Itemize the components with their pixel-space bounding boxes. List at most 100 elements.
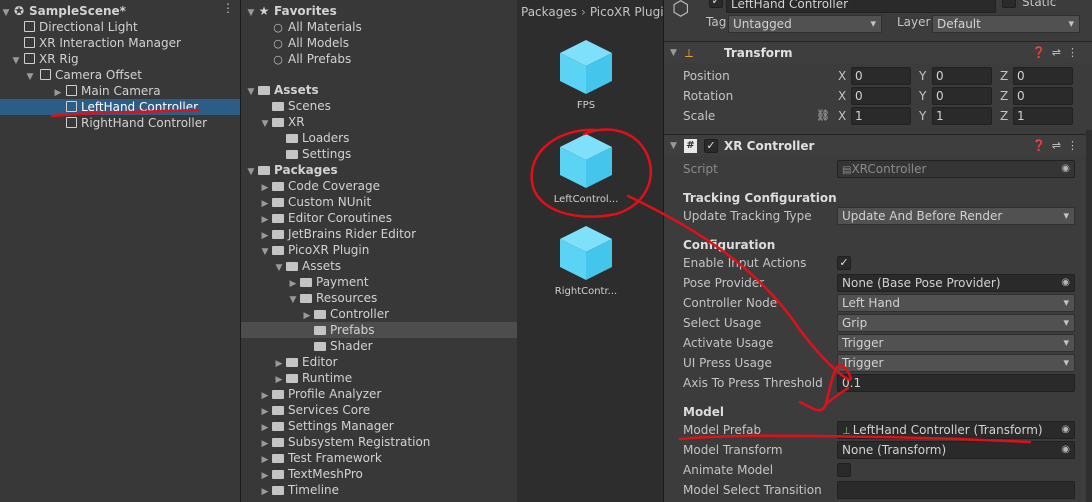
tree-folder-picoxr-assets[interactable]: ▼ Assets xyxy=(273,258,342,274)
tree-folder-xr[interactable]: ▼ XR xyxy=(259,114,305,130)
axis-z-label[interactable]: Z xyxy=(1000,107,1008,125)
axis-x-label[interactable]: X xyxy=(838,87,846,105)
model-prefab-field[interactable]: ⊥ LeftHand Controller (Transform) xyxy=(837,421,1075,439)
model-select-transition-field[interactable] xyxy=(837,481,1075,499)
tree-package-custom-nunit[interactable]: ▶ Custom NUnit xyxy=(259,194,372,210)
folder-icon xyxy=(271,450,285,466)
help-icon[interactable]: ❓ xyxy=(1032,46,1052,59)
axis-x-label[interactable]: X xyxy=(838,107,846,125)
update-tracking-type-dropdown[interactable]: Update And Before Render xyxy=(837,207,1075,225)
axis-y-label[interactable]: Y xyxy=(919,107,926,125)
asset-prefab-fps[interactable]: FPS xyxy=(541,38,631,111)
tree-all-prefabs[interactable]: ○ All Prefabs xyxy=(271,51,351,67)
ui-press-usage-dropdown[interactable]: Trigger xyxy=(837,354,1075,372)
hierarchy-item-righthand-controller[interactable]: RightHand Controller xyxy=(64,115,207,131)
tree-folder-controller[interactable]: ▶ Controller xyxy=(301,306,390,322)
tree-package-editor-coroutines[interactable]: ▶ Editor Coroutines xyxy=(259,210,392,226)
tree-folder-settings[interactable]: Settings xyxy=(285,146,351,162)
expand-arrow-icon[interactable]: ▼ xyxy=(245,5,257,21)
scale-z-field[interactable]: 1 xyxy=(1013,107,1073,125)
preset-icon[interactable]: ⇌ xyxy=(1052,139,1067,152)
hierarchy-item-main-camera[interactable]: ▶ Main Camera xyxy=(52,83,161,99)
animate-model-checkbox[interactable] xyxy=(837,463,851,477)
xr-controller-component-header[interactable]: ▼ # ✓ XR Controller ❓⇌⋮ xyxy=(664,134,1092,156)
rotation-x-field[interactable]: 0 xyxy=(851,87,911,105)
tree-package-subsystem-registration[interactable]: ▶ Subsystem Registration xyxy=(259,434,431,450)
tree-package-settings-manager[interactable]: ▶ Settings Manager xyxy=(259,418,394,434)
tree-package-picoxr-plugin[interactable]: ▼ PicoXR Plugin xyxy=(259,242,370,258)
asset-prefab-leftcontroller[interactable]: LeftControl... xyxy=(541,132,631,205)
position-y-field[interactable]: 0 xyxy=(932,67,992,85)
tree-all-models[interactable]: ○ All Models xyxy=(271,35,349,51)
hierarchy-item-xr-interaction-manager[interactable]: XR Interaction Manager xyxy=(22,35,181,51)
expand-arrow-icon[interactable]: ▼ xyxy=(10,53,22,69)
model-transform-field[interactable]: None (Transform) xyxy=(837,441,1075,459)
component-menu-icon[interactable]: ⋮ xyxy=(1067,139,1084,152)
expand-arrow-icon[interactable]: ▼ xyxy=(670,42,677,64)
tree-package-textmeshpro[interactable]: ▶ TextMeshPro xyxy=(259,466,363,482)
axis-z-label[interactable]: Z xyxy=(1000,67,1008,85)
tree-favorites[interactable]: ▼ ★ Favorites xyxy=(245,3,337,19)
expand-arrow-icon[interactable]: ▼ xyxy=(24,67,36,83)
hierarchy-item-lefthand-controller[interactable]: LeftHand Controller xyxy=(0,99,240,115)
scene-root[interactable]: ▼ ✪ SampleScene* xyxy=(0,3,240,19)
breadcrumb-packages[interactable]: Packages xyxy=(521,5,577,19)
tree-folder-shader[interactable]: Shader xyxy=(313,338,373,354)
expand-arrow-icon[interactable]: ▼ xyxy=(245,84,257,100)
tree-folder-runtime[interactable]: ▶ Runtime xyxy=(273,370,353,386)
object-name-field[interactable]: LeftHand Controller xyxy=(726,0,996,13)
axis-z-label[interactable]: Z xyxy=(1000,87,1008,105)
preset-icon[interactable]: ⇌ xyxy=(1052,46,1067,59)
rotation-y-field[interactable]: 0 xyxy=(932,87,992,105)
tree-packages[interactable]: ▼ Packages xyxy=(245,162,338,178)
expand-arrow-icon[interactable]: ▼ xyxy=(259,116,271,132)
help-icon[interactable]: ❓ xyxy=(1032,139,1052,152)
asset-prefab-rightcontroller[interactable]: RightContr... xyxy=(541,224,631,297)
active-toggle[interactable]: ✓ xyxy=(709,0,723,8)
enable-input-actions-checkbox[interactable]: ✓ xyxy=(837,256,851,270)
tree-folder-prefabs[interactable]: Prefabs xyxy=(241,322,517,338)
transform-component-header[interactable]: ▼ ⟂ Transform ❓⇌⋮ xyxy=(664,41,1092,63)
tag-dropdown[interactable]: Untagged xyxy=(728,15,882,33)
tree-package-services-core[interactable]: ▶ Services Core xyxy=(259,402,371,418)
axis-y-label[interactable]: Y xyxy=(919,67,926,85)
expand-arrow-icon[interactable]: ▼ xyxy=(0,5,12,21)
select-usage-dropdown[interactable]: Grip xyxy=(837,314,1075,332)
hierarchy-item-xr-rig[interactable]: ▼ XR Rig xyxy=(10,51,79,67)
controller-node-dropdown[interactable]: Left Hand xyxy=(837,294,1075,312)
component-enabled-checkbox[interactable]: ✓ xyxy=(704,139,718,153)
component-menu-icon[interactable]: ⋮ xyxy=(1067,46,1084,59)
expand-arrow-icon[interactable]: ▼ xyxy=(670,135,677,157)
tree-folder-editor[interactable]: ▶ Editor xyxy=(273,354,338,370)
scale-y-field[interactable]: 1 xyxy=(932,107,992,125)
position-z-field[interactable]: 0 xyxy=(1013,67,1073,85)
tree-package-profile-analyzer[interactable]: ▶ Profile Analyzer xyxy=(259,386,382,402)
tree-assets[interactable]: ▼ Assets xyxy=(245,82,319,98)
link-icon[interactable]: ⛓ xyxy=(816,107,830,125)
tree-package-test-framework[interactable]: ▶ Test Framework xyxy=(259,450,382,466)
tree-folder-resources[interactable]: ▼ Resources xyxy=(287,290,378,306)
tree-package-code-coverage[interactable]: ▶ Code Coverage xyxy=(259,178,381,194)
activate-usage-dropdown[interactable]: Trigger xyxy=(837,334,1075,352)
rotation-z-field[interactable]: 0 xyxy=(1013,87,1073,105)
tree-folder-scenes[interactable]: Scenes xyxy=(271,98,331,114)
scale-x-field[interactable]: 1 xyxy=(851,107,911,125)
hierarchy-item-directional-light[interactable]: Directional Light xyxy=(22,19,138,35)
tree-folder-payment[interactable]: ▶ Payment xyxy=(287,274,369,290)
breadcrumb-picoxr-plugin[interactable]: PicoXR Plugi xyxy=(590,5,663,19)
position-x-field[interactable]: 0 xyxy=(851,67,911,85)
tree-all-materials[interactable]: ○ All Materials xyxy=(271,19,362,35)
tree-package-jetbrains-rider-editor[interactable]: ▶ JetBrains Rider Editor xyxy=(259,226,417,242)
axis-x-label[interactable]: X xyxy=(838,67,846,85)
inspector-scrollbar[interactable] xyxy=(1086,130,1092,502)
layer-dropdown[interactable]: Default xyxy=(932,15,1080,33)
axis-to-press-threshold-field[interactable]: 0.1 xyxy=(837,374,1075,392)
axis-y-label[interactable]: Y xyxy=(919,87,926,105)
tree-folder-loaders[interactable]: Loaders xyxy=(285,130,349,146)
pose-provider-field[interactable]: None (Base Pose Provider) xyxy=(837,274,1075,292)
static-checkbox[interactable] xyxy=(1002,0,1016,8)
hierarchy-item-camera-offset[interactable]: Camera Offset xyxy=(38,67,142,83)
hierarchy-menu-icon[interactable]: ⋮ xyxy=(222,2,234,14)
expand-arrow-icon[interactable]: ▼ xyxy=(245,164,257,180)
tree-package-timeline[interactable]: ▶ Timeline xyxy=(259,482,340,498)
